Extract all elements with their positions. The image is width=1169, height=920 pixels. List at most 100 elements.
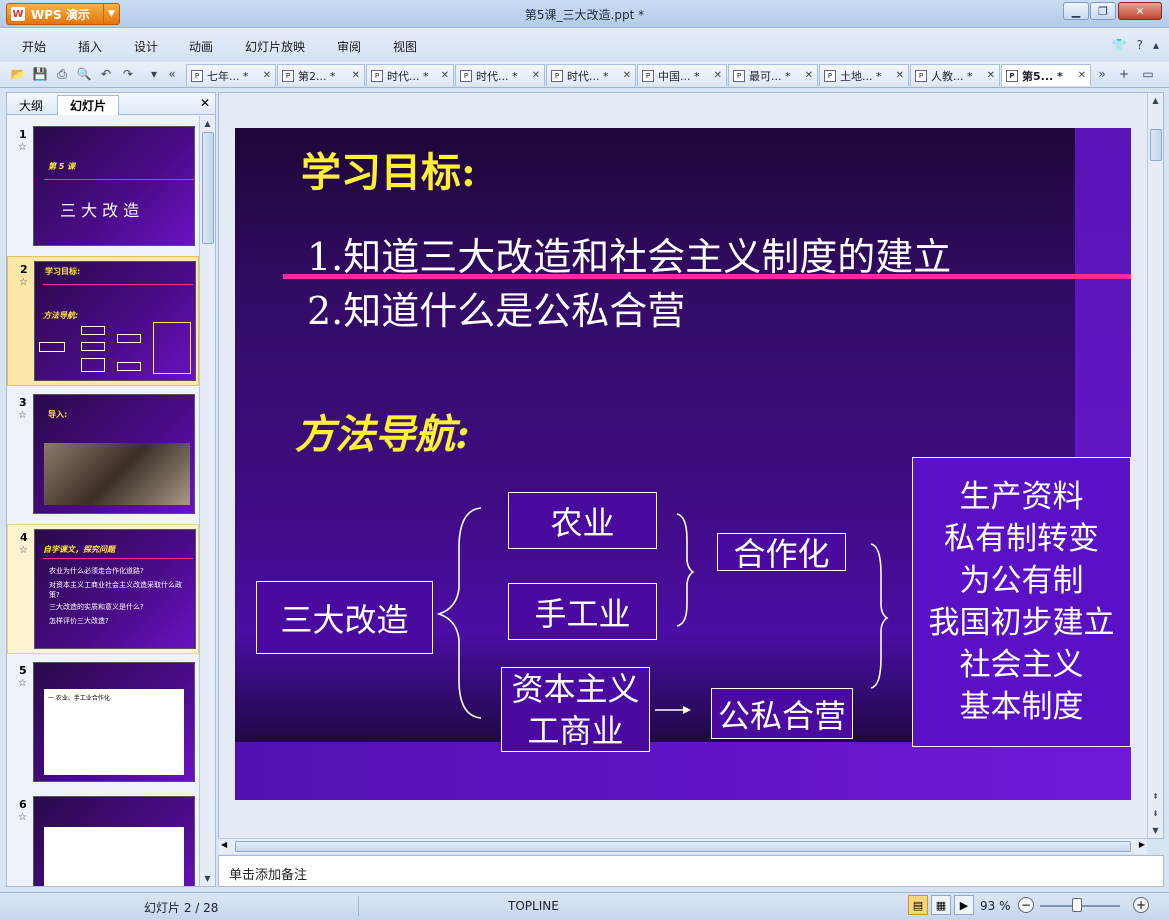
- ribbon-toggle-icon[interactable]: ▴: [1153, 38, 1159, 52]
- animation-star-icon: ☆: [19, 277, 28, 288]
- diagram-node-root[interactable]: 三大改造: [256, 581, 433, 654]
- zoom-out-button[interactable]: −: [1018, 897, 1034, 913]
- slide-thumbnail[interactable]: 5 ☆ 一.农业、手工业合作化: [7, 658, 199, 788]
- doc-tab-1[interactable]: P 七年... * ✕: [186, 64, 276, 86]
- menu-insert[interactable]: 插入: [78, 38, 102, 55]
- diagram-node-result[interactable]: 生产资料 私有制转变 为公有制 我国初步建立 社会主义 基本制度: [912, 457, 1131, 747]
- close-tab-icon[interactable]: ✕: [263, 70, 271, 81]
- slideshow-view-button[interactable]: ▶: [954, 895, 974, 915]
- tab-scroll-left-icon[interactable]: «: [164, 66, 180, 82]
- menu-home[interactable]: 开始: [22, 38, 46, 55]
- slide-thumbnail[interactable]: 3 ☆ 导入:: [7, 390, 199, 520]
- close-tab-icon[interactable]: ✕: [352, 70, 360, 81]
- thumbnails-scrollbar[interactable]: ▲ ▼: [199, 116, 215, 886]
- diagram-node-cooperation[interactable]: 合作化: [717, 533, 846, 573]
- close-tab-icon[interactable]: ✕: [532, 70, 540, 81]
- scroll-right-icon[interactable]: ▶: [1139, 840, 1145, 849]
- redo-icon[interactable]: ↷: [120, 66, 136, 82]
- doc-tab-3[interactable]: P 时代... * ✕: [366, 64, 454, 86]
- doc-tab-2[interactable]: P 第2... * ✕: [277, 64, 365, 86]
- diagram-node-joint-venture[interactable]: 公私合营: [711, 688, 853, 739]
- menu-animation[interactable]: 动画: [189, 38, 213, 55]
- diagram-node-agriculture[interactable]: 农业: [508, 492, 657, 549]
- editor-scrollbar[interactable]: ▲ ⇞ ⇟ ▼: [1147, 93, 1163, 838]
- close-panel-icon[interactable]: ✕: [200, 96, 210, 110]
- scroll-up-icon[interactable]: ▲: [1148, 93, 1163, 108]
- scrollbar-thumb[interactable]: [235, 841, 1131, 852]
- doc-tab-8[interactable]: P 土地... * ✕: [819, 64, 909, 86]
- new-tab-icon[interactable]: +: [1116, 66, 1132, 82]
- doc-tab-label: 第2... *: [298, 69, 336, 83]
- close-tab-icon[interactable]: ✕: [805, 70, 813, 81]
- zoom-slider-handle[interactable]: [1072, 898, 1082, 912]
- slide-canvas[interactable]: 学习目标: 1.知道三大改造和社会主义制度的建立 2.知道什么是公私合营 方法导…: [235, 128, 1131, 800]
- thumb-text: 自学课文，探究问题: [43, 545, 115, 554]
- doc-tab-4[interactable]: P 时代... * ✕: [455, 64, 545, 86]
- slide-number: 5: [19, 664, 27, 677]
- thumbnail-list: 1 ☆ 第 5 课 三 大 改 造 2 ☆ 学习目标: 方法导航: 3 ☆ 导入…: [7, 116, 199, 886]
- slide-sorter-view-button[interactable]: ▦: [931, 895, 951, 915]
- doc-tab-label: 时代... *: [476, 69, 518, 83]
- close-tab-icon[interactable]: ✕: [623, 70, 631, 81]
- doc-tab-9[interactable]: P 人教... * ✕: [910, 64, 1000, 86]
- scrollbar-thumb[interactable]: [202, 132, 214, 244]
- next-slide-icon[interactable]: ⇟: [1148, 806, 1163, 821]
- ppt-file-icon: P: [371, 69, 383, 82]
- minimize-button[interactable]: ▁: [1063, 2, 1089, 20]
- scroll-up-icon[interactable]: ▲: [200, 116, 215, 131]
- doc-tab-label: 七年... *: [207, 69, 249, 83]
- slide-preview: 第 5 课 三 大 改 造: [33, 126, 195, 246]
- close-tab-icon[interactable]: ✕: [896, 70, 904, 81]
- zoom-in-button[interactable]: +: [1133, 897, 1149, 913]
- photo-image: [44, 443, 190, 505]
- doc-tab-label: 时代... *: [567, 69, 609, 83]
- menu-view[interactable]: 视图: [393, 38, 417, 55]
- maximize-button[interactable]: ❐: [1090, 2, 1116, 20]
- notes-pane[interactable]: 单击添加备注: [218, 855, 1164, 887]
- normal-view-button[interactable]: ▤: [908, 895, 928, 915]
- slide-number: 3: [19, 396, 27, 409]
- slide-number: 1: [19, 128, 27, 141]
- diagram-node-handicraft[interactable]: 手工业: [508, 583, 657, 640]
- scroll-down-icon[interactable]: ▼: [200, 871, 215, 886]
- slide-thumbnail[interactable]: 1 ☆ 第 5 课 三 大 改 造: [7, 122, 199, 252]
- close-tab-icon[interactable]: ✕: [441, 70, 449, 81]
- scroll-left-icon[interactable]: ◀: [221, 840, 227, 849]
- close-tab-icon[interactable]: ✕: [987, 70, 995, 81]
- doc-tab-6[interactable]: P 中国... * ✕: [637, 64, 727, 86]
- doc-tab-7[interactable]: P 最可... * ✕: [728, 64, 818, 86]
- doc-tab-label: 人教... *: [931, 69, 973, 83]
- doc-tab-label: 时代... *: [387, 69, 429, 83]
- panel-tabs: 大纲 幻灯片 ✕: [7, 93, 215, 115]
- slide-preview: 学习目标: 方法导航:: [34, 261, 196, 381]
- slide-thumbnail[interactable]: 6 ☆: [7, 792, 199, 886]
- menu-review[interactable]: 审阅: [337, 38, 361, 55]
- tab-scroll-right-icon[interactable]: »: [1094, 66, 1110, 82]
- tab-outline[interactable]: 大纲: [11, 95, 51, 115]
- diagram-node-capitalist[interactable]: 资本主义 工商业: [501, 667, 650, 752]
- help-icon[interactable]: ?: [1137, 38, 1143, 52]
- close-tab-icon[interactable]: ✕: [1078, 70, 1086, 81]
- doc-tab-5[interactable]: P 时代... * ✕: [546, 64, 636, 86]
- save-icon[interactable]: 💾: [32, 66, 48, 82]
- doc-tab-active[interactable]: P 第5... * ✕: [1001, 64, 1091, 86]
- menu-design[interactable]: 设计: [134, 38, 158, 55]
- thumb-text: 农业为什么必须走合作化道路?: [49, 567, 144, 575]
- open-icon[interactable]: 📂: [10, 66, 26, 82]
- close-tab-icon[interactable]: ✕: [714, 70, 722, 81]
- editor-horizontal-scrollbar[interactable]: ◀ ▶: [219, 838, 1147, 854]
- scrollbar-thumb[interactable]: [1150, 129, 1162, 161]
- undo-icon[interactable]: ↶: [98, 66, 114, 82]
- scroll-down-icon[interactable]: ▼: [1148, 823, 1163, 838]
- tab-slides[interactable]: 幻灯片: [57, 95, 119, 115]
- tab-list-icon[interactable]: ▭: [1140, 66, 1156, 82]
- prev-slide-icon[interactable]: ⇞: [1148, 789, 1163, 804]
- print-icon[interactable]: ⎙: [54, 66, 70, 82]
- close-button[interactable]: ✕: [1118, 2, 1162, 20]
- skin-icon[interactable]: 👕: [1112, 38, 1127, 52]
- print-preview-icon[interactable]: 🔍: [76, 66, 92, 82]
- slide-thumbnail-selected[interactable]: 2 ☆ 学习目标: 方法导航:: [7, 256, 199, 386]
- menu-slideshow[interactable]: 幻灯片放映: [245, 38, 305, 55]
- quick-access-dropdown-icon[interactable]: ▾: [146, 66, 162, 82]
- slide-thumbnail[interactable]: 4 ☆ 自学课文，探究问题 农业为什么必须走合作化道路? 对资本主义工商业社会主…: [7, 524, 199, 654]
